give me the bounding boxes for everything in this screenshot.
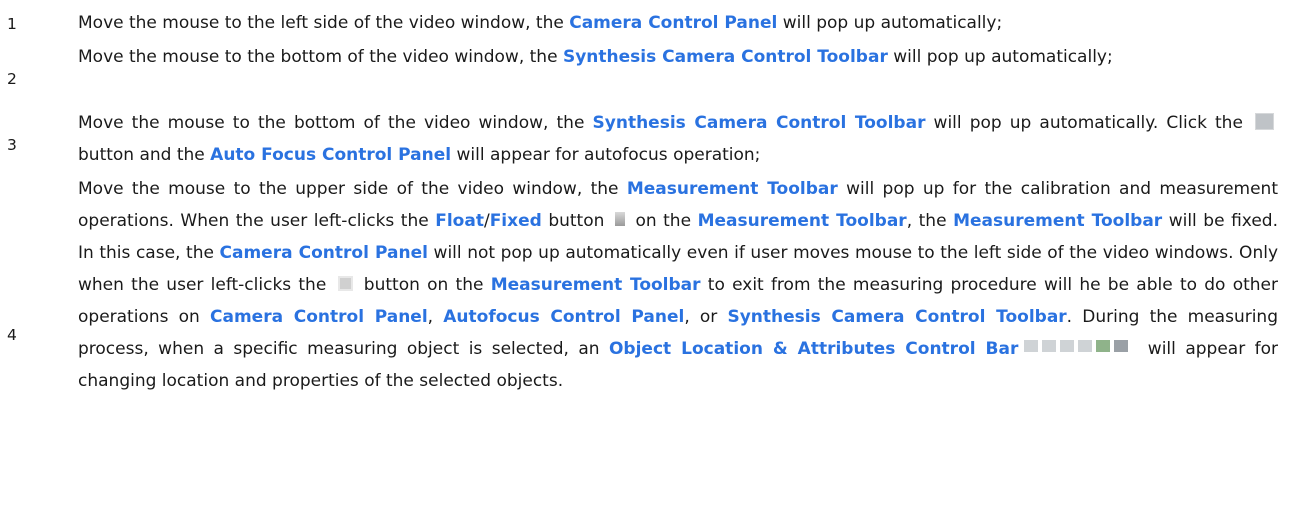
step-number: 1 bbox=[7, 15, 17, 33]
term-measurement-toolbar: Measurement Toolbar bbox=[626, 179, 838, 199]
text-run: button and the bbox=[78, 145, 211, 165]
step-number: 3 bbox=[7, 136, 17, 154]
text-run: Move the mouse to the left side of the v… bbox=[78, 13, 570, 33]
align-right-icon bbox=[1060, 340, 1075, 352]
text-run: will appear for autofocus operation; bbox=[451, 145, 761, 165]
term-auto-focus-control-panel: Auto Focus Control Panel bbox=[210, 145, 452, 165]
text-run: Move the mouse to the bottom of the vide… bbox=[78, 113, 593, 133]
text-run: on the bbox=[628, 211, 698, 231]
auto-focus-button-icon bbox=[1255, 112, 1274, 130]
text-run: will pop up automatically. Click the bbox=[925, 113, 1251, 133]
align-down-icon bbox=[1042, 340, 1057, 352]
step-number: 4 bbox=[7, 326, 17, 344]
text-run: Move the mouse to the bottom of the vide… bbox=[78, 47, 563, 67]
step-number: 2 bbox=[7, 70, 17, 88]
term-camera-control-panel: Camera Control Panel bbox=[569, 13, 778, 33]
text-run: button on the bbox=[356, 275, 491, 295]
text-run: will pop up automatically; bbox=[777, 13, 1003, 33]
term-measurement-toolbar: Measurement Toolbar bbox=[490, 275, 701, 295]
text-run: Move the mouse to the upper side of the … bbox=[78, 179, 627, 199]
term-camera-control-panel: Camera Control Panel bbox=[210, 307, 428, 327]
align-up-icon bbox=[1078, 340, 1093, 352]
text-run: , bbox=[427, 307, 444, 327]
text-run: will pop up automatically; bbox=[887, 47, 1113, 67]
step-text: Move the mouse to the left side of the v… bbox=[78, 7, 1278, 39]
term-measurement-toolbar: Measurement Toolbar bbox=[697, 211, 907, 231]
text-run: , the bbox=[906, 211, 954, 231]
delete-icon bbox=[1114, 340, 1129, 352]
text-run: , or bbox=[684, 307, 728, 327]
term-fixed: Fixed bbox=[489, 211, 542, 231]
term-float: Float bbox=[435, 211, 484, 231]
term-synthesis-camera-control-toolbar: Synthesis Camera Control Toolbar bbox=[562, 47, 888, 67]
align-left-icon bbox=[1024, 340, 1039, 352]
term-autofocus-control-panel: Autofocus Control Panel bbox=[443, 307, 685, 327]
object-location-attributes-bar-icons bbox=[1024, 331, 1132, 363]
step-text: Move the mouse to the bottom of the vide… bbox=[78, 41, 1278, 73]
float-fixed-button-icon bbox=[614, 212, 625, 226]
color-icon bbox=[1096, 340, 1111, 352]
step-text: Move the mouse to the bottom of the vide… bbox=[78, 107, 1278, 171]
term-synthesis-camera-control-toolbar: Synthesis Camera Control Toolbar bbox=[592, 113, 926, 133]
term-synthesis-camera-control-toolbar: Synthesis Camera Control Toolbar bbox=[727, 307, 1067, 327]
term-measurement-toolbar: Measurement Toolbar bbox=[953, 211, 1163, 231]
term-camera-control-panel: Camera Control Panel bbox=[219, 243, 428, 263]
exit-measure-button-icon bbox=[337, 275, 353, 291]
text-run: button bbox=[541, 211, 611, 231]
term-object-location-attributes-control-bar: Object Location & Attributes Control Bar bbox=[608, 339, 1019, 359]
step-text: Move the mouse to the upper side of the … bbox=[78, 173, 1278, 397]
